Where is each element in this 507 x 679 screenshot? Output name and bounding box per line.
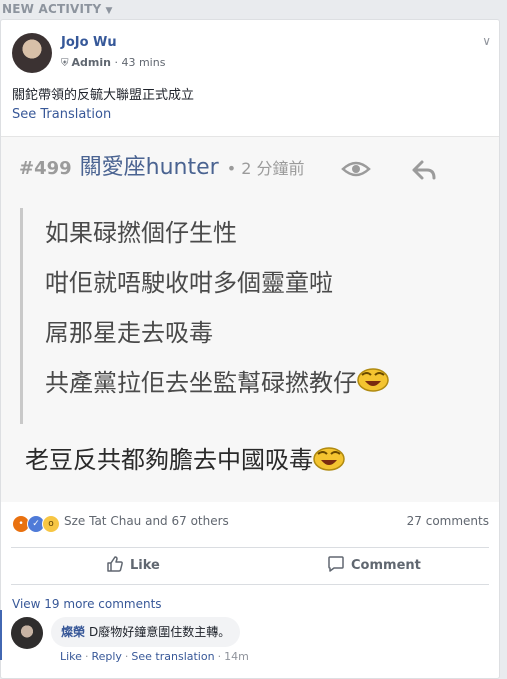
- view-more-comments-link[interactable]: View 19 more comments: [12, 597, 162, 611]
- comment-author[interactable]: 燦榮: [61, 625, 85, 639]
- image-footer-line: 老豆反共都夠膽去中國吸毒: [25, 440, 345, 477]
- post-actions: Like Comment: [11, 547, 489, 585]
- laughing-emoji-icon: [313, 445, 345, 477]
- comment-actions: Like · Reply · See translation · 14m: [60, 650, 249, 663]
- reactions-bar: • ✓ o Sze Tat Chau and 67 others 27 commen…: [1, 510, 499, 536]
- avatar[interactable]: [12, 33, 52, 73]
- see-translation-link[interactable]: See Translation: [12, 107, 111, 122]
- caret-down-icon: ▼: [105, 6, 113, 16]
- wow-reaction-icon: o: [42, 514, 60, 533]
- comment-button[interactable]: Comment: [327, 548, 421, 584]
- quote-line-with-emoji: 共產黨拉佢去坐監幫碌撚教仔: [45, 358, 440, 408]
- post-time[interactable]: 43 mins: [121, 56, 165, 69]
- comment-text: D廢物好鐘意圍住数主轉。: [89, 625, 231, 639]
- like-label: Like: [130, 558, 160, 573]
- reaction-icons[interactable]: • ✓ o: [12, 513, 60, 533]
- quote-line: 屌那星走去吸毒: [45, 319, 213, 347]
- comment-label: Comment: [351, 558, 421, 573]
- comment-highlight-bar: [0, 610, 2, 660]
- comment-reply-link[interactable]: Reply: [91, 650, 121, 663]
- reply-arrow-icon: [411, 159, 437, 185]
- image-quote-block: 如果碌撚個仔生性 咁佢就唔駛收咁多個靈童啦 屌那星走去吸毒 共產黨拉佢去坐監幫碌…: [20, 208, 440, 424]
- new-activity-header[interactable]: NEW ACTIVITY ▼: [0, 0, 113, 18]
- separator-dot: ·: [84, 650, 89, 663]
- shield-icon: ⛨: [61, 58, 69, 69]
- comment-avatar[interactable]: [11, 617, 43, 649]
- new-activity-label: NEW ACTIVITY: [2, 2, 102, 16]
- admin-badge: Admin: [71, 56, 111, 69]
- image-post-number: #499: [19, 158, 72, 179]
- post-author[interactable]: JoJo Wu: [61, 35, 117, 50]
- chevron-down-icon[interactable]: ∨: [482, 34, 491, 48]
- post-card: ∨ JoJo Wu ⛨ Admin · 43 mins 關鉈帶領的反毓大聯盟正式成…: [0, 19, 500, 679]
- comment-see-translation-link[interactable]: See translation: [131, 650, 214, 663]
- image-forum-header: #499 關愛座hunter • 2 分鐘前: [19, 153, 305, 183]
- like-button[interactable]: Like: [106, 548, 160, 584]
- eye-icon: [341, 159, 371, 183]
- comment-like-link[interactable]: Like: [60, 650, 82, 663]
- image-username: 關愛座hunter: [79, 155, 219, 180]
- comment-bubble: 燦榮 D廢物好鐘意圍住数主轉。: [51, 617, 241, 647]
- separator-dot: ·: [217, 650, 222, 663]
- post-image[interactable]: #499 關愛座hunter • 2 分鐘前 如果碌撚個仔生性 咁佢就唔駛收咁多個靈…: [1, 136, 499, 502]
- thumbs-up-icon: [107, 556, 123, 572]
- footer-text: 老豆反共都夠膽去中國吸毒: [25, 446, 313, 474]
- reaction-names[interactable]: Sze Tat Chau and 67 others: [64, 514, 229, 528]
- post-meta: ⛨ Admin · 43 mins: [61, 56, 165, 69]
- post-text: 關鉈帶領的反毓大聯盟正式成立: [12, 88, 195, 103]
- separator-dot: ·: [124, 650, 129, 663]
- comment-time[interactable]: 14m: [224, 650, 249, 663]
- image-time: • 2 分鐘前: [226, 159, 305, 178]
- quote-line: 咁佢就唔駛收咁多個靈童啦: [45, 269, 333, 297]
- laughing-emoji-icon: [357, 359, 389, 409]
- quote-line: 如果碌撚個仔生性: [45, 219, 237, 247]
- comment-bubble-icon: [328, 556, 344, 572]
- quote-line: 共產黨拉佢去坐監幫碌撚教仔: [45, 369, 357, 397]
- comment-count[interactable]: 27 comments: [407, 514, 489, 528]
